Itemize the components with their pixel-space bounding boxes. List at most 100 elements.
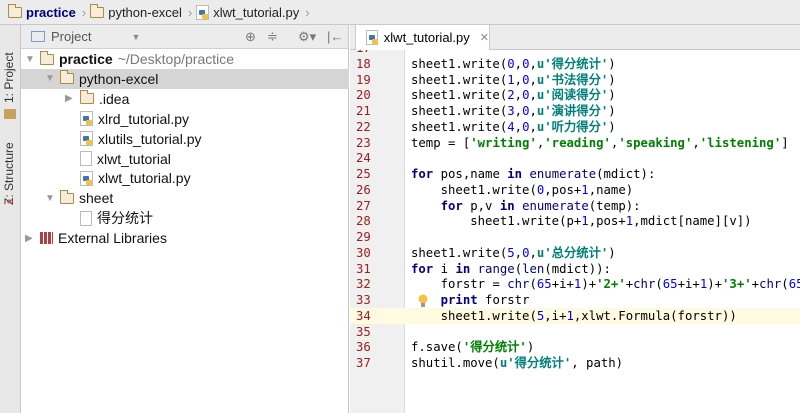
code-line[interactable]: 24 bbox=[350, 150, 800, 166]
tree-item[interactable]: 得分统计 bbox=[21, 208, 349, 228]
dropdown-arrow-icon[interactable]: ▼ bbox=[131, 32, 140, 42]
code-line[interactable]: 28 sheet1.write(p+1,pos+1,mdict[name][v]… bbox=[350, 213, 800, 229]
code-line[interactable]: 27 for p,v in enumerate(temp): bbox=[350, 198, 800, 214]
python-file-icon bbox=[366, 30, 378, 45]
code-token: range bbox=[477, 261, 515, 276]
breadcrumb-label: practice bbox=[26, 4, 76, 20]
line-number: 36 bbox=[356, 340, 371, 355]
project-tool-tab[interactable]: 1: Project bbox=[2, 33, 16, 103]
code-token: pos,name bbox=[433, 167, 508, 181]
code-token: sheet1.write( bbox=[411, 72, 508, 87]
code-line[interactable]: 31 for i in range(len(mdict)): bbox=[350, 261, 800, 277]
code-token: ,mdict[name][v]) bbox=[633, 214, 752, 229]
structure-tool-tab[interactable]: Z: Structure bbox=[2, 125, 16, 205]
code-line[interactable]: 22 sheet1.write(4,0,u'听力得分') bbox=[350, 119, 800, 135]
code-token: ,name) bbox=[588, 182, 634, 197]
code-token: , bbox=[514, 72, 523, 87]
code-token: ) bbox=[608, 56, 616, 71]
code-line[interactable]: 36 f.save('得分统计') bbox=[350, 339, 800, 355]
breadcrumb-practice[interactable]: practice bbox=[7, 3, 76, 20]
code-line[interactable]: 32 forstr = chr(65+i+1)+'2+'+chr(65+i+1)… bbox=[350, 276, 800, 292]
code-line[interactable]: 18 sheet1.write(0,0,u'得分统计') bbox=[350, 56, 800, 72]
gear-icon[interactable]: ⚙▾ bbox=[298, 29, 316, 45]
code-token: ] bbox=[781, 135, 789, 150]
project-panel: Project ▼ ⊕ ≑ ⚙▾ |← ▼ practice ~/Desktop/p… bbox=[21, 25, 349, 413]
code-token: , bbox=[514, 88, 523, 103]
line-number: 19 bbox=[356, 72, 371, 87]
code-token: forstr bbox=[477, 293, 530, 307]
code-line[interactable]: 26 sheet1.write(0,pos+1,name) bbox=[350, 182, 800, 198]
code-line[interactable]: 20 sheet1.write(2,0,u'阅读得分') bbox=[350, 87, 800, 103]
breadcrumb-file[interactable]: xlwt_tutorial.py bbox=[196, 4, 299, 20]
project-tool-icon[interactable] bbox=[4, 109, 16, 119]
code-line[interactable]: 25 for pos,name in enumerate(mdict): bbox=[350, 166, 800, 182]
tab-label: xlwt_tutorial.py bbox=[383, 30, 470, 45]
expand-arrow-icon[interactable]: ▼ bbox=[45, 73, 55, 84]
line-number: 31 bbox=[356, 261, 371, 276]
python-file-icon bbox=[80, 170, 93, 186]
code-token: print bbox=[440, 293, 478, 307]
tab-xlwt-tutorial[interactable]: xlwt_tutorial.py ✕ bbox=[355, 25, 490, 50]
code-line[interactable]: 29 bbox=[350, 229, 800, 245]
code-token: ) bbox=[608, 245, 616, 260]
code-token: u'得分统计' bbox=[536, 56, 609, 71]
code-token: chr bbox=[633, 277, 656, 292]
line-number: 18 bbox=[356, 56, 371, 71]
tree-item[interactable]: ▼ sheet bbox=[21, 188, 349, 208]
tree-item[interactable]: xlutils_tutorial.py bbox=[21, 129, 349, 149]
code-token: 1 bbox=[566, 308, 574, 323]
tree-item[interactable]: xlrd_tutorial.py bbox=[21, 109, 349, 129]
code-text: temp = ['writing','reading','speaking','… bbox=[411, 135, 789, 151]
code-line[interactable]: 35 bbox=[350, 324, 800, 340]
tree-item[interactable]: ▶ External Libraries bbox=[21, 228, 349, 248]
structure-icon[interactable]: ⚭ bbox=[5, 195, 15, 209]
tree-item[interactable]: xlwt_tutorial bbox=[21, 149, 349, 169]
expand-arrow-icon[interactable]: ▼ bbox=[45, 193, 55, 204]
tree-item[interactable]: xlwt_tutorial.py bbox=[21, 168, 349, 188]
tree-item[interactable]: ▼ python-excel bbox=[21, 68, 349, 89]
expand-arrow-icon[interactable]: ▶ bbox=[65, 93, 75, 104]
code-editor[interactable]: 1718sheet1.write(0,0,u'得分统计')19sheet1.wr… bbox=[350, 50, 800, 413]
code-line[interactable]: 34 sheet1.write(5,i+1,xlwt.Formula(forst… bbox=[350, 307, 800, 324]
hide-panel-icon[interactable]: |← bbox=[327, 29, 343, 44]
code-text: for p,v in enumerate(temp): bbox=[411, 198, 641, 214]
tree-item[interactable]: ▶ .idea bbox=[21, 89, 349, 109]
close-tab-icon[interactable]: ✕ bbox=[480, 31, 489, 44]
expand-arrow-icon[interactable]: ▼ bbox=[25, 54, 35, 65]
code-token: , bbox=[514, 56, 523, 71]
code-token: 'listening' bbox=[699, 135, 782, 150]
code-token: , bbox=[529, 88, 537, 103]
code-line[interactable]: 23 temp = ['writing','reading','speaking'… bbox=[350, 135, 800, 151]
line-number: 34 bbox=[356, 308, 371, 323]
code-line[interactable]: 21 sheet1.write(3,0,u'演讲得分') bbox=[350, 103, 800, 119]
project-view-selector[interactable]: Project bbox=[51, 29, 91, 44]
locate-icon[interactable]: ⊕ bbox=[245, 29, 256, 45]
chevron-right-icon: › bbox=[81, 4, 87, 20]
code-token: , bbox=[529, 72, 537, 87]
collapse-all-icon[interactable]: ≑ bbox=[267, 29, 278, 45]
code-line[interactable]: 19 sheet1.write(1,0,u'书法得分') bbox=[350, 72, 800, 88]
code-line[interactable]: 37 shutil.move(u'得分统计', path) bbox=[350, 355, 800, 371]
code-token: u'书法得分' bbox=[536, 72, 609, 87]
breadcrumb-python-excel[interactable]: python-excel bbox=[89, 3, 182, 20]
code-token: ) bbox=[608, 119, 616, 134]
tree-item[interactable]: ▼ practice ~/Desktop/practice bbox=[21, 49, 349, 69]
code-token: sheet1.write( bbox=[411, 308, 537, 323]
lightbulb-icon[interactable] bbox=[417, 294, 429, 308]
code-line[interactable]: 30 sheet1.write(5,0,u'总分统计') bbox=[350, 245, 800, 261]
line-number: 33 bbox=[356, 293, 371, 307]
code-text: sheet1.write(0,pos+1,name) bbox=[411, 182, 634, 198]
line-number: 21 bbox=[356, 104, 371, 118]
code-token: + bbox=[751, 277, 760, 292]
code-token: , bbox=[514, 104, 523, 118]
expand-arrow-icon[interactable]: ▶ bbox=[25, 233, 35, 244]
code-token: 0 bbox=[507, 56, 515, 71]
tree-item-label: External Libraries bbox=[58, 230, 167, 247]
code-token: , bbox=[529, 245, 537, 260]
code-token: +i+ bbox=[677, 277, 700, 292]
file-icon bbox=[80, 210, 92, 226]
code-token: 2 bbox=[507, 88, 515, 103]
code-token: for bbox=[440, 198, 463, 213]
code-token: 65 bbox=[536, 277, 552, 292]
